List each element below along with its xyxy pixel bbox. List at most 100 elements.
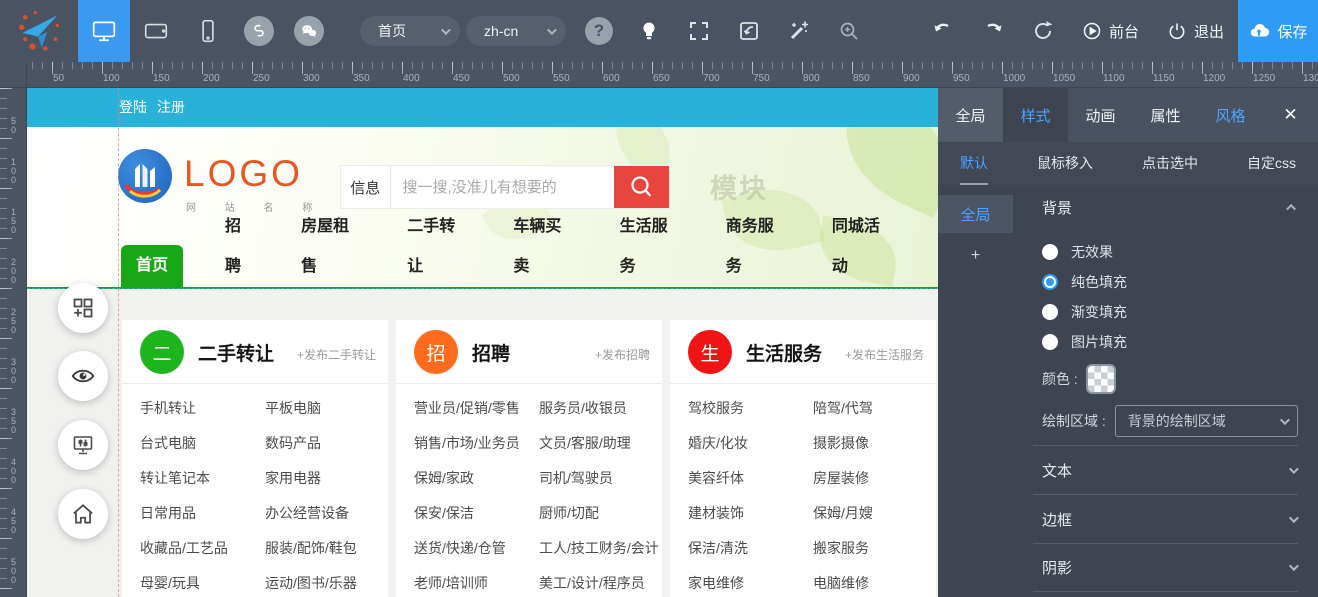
category-link[interactable]: 送货/快递/仓管 (414, 538, 539, 558)
fullscreen-button[interactable] (674, 0, 724, 62)
category-link[interactable]: 运动/图书/乐器 (265, 573, 370, 593)
category-link[interactable]: 服装/配饰/鞋包 (265, 538, 370, 558)
help-button[interactable]: ? (574, 0, 624, 62)
section-边框[interactable]: 边框 (1033, 494, 1298, 543)
nav-item-1[interactable]: 首页 (121, 245, 183, 287)
fill-option-1[interactable]: 无效果 (1042, 237, 1298, 267)
publish-link[interactable]: +发布二手转让 (297, 346, 376, 363)
nav-item-3[interactable]: 房屋租售 (301, 207, 361, 287)
category-link[interactable]: 搬家服务 (813, 538, 918, 558)
category-link[interactable]: 老师/培训师 (414, 573, 539, 593)
search-input[interactable] (391, 166, 614, 208)
login-link[interactable]: 登陆 (119, 99, 147, 115)
panel-close-button[interactable]: ✕ (1263, 88, 1318, 142)
category-link[interactable]: 母婴/玩具 (140, 573, 265, 593)
state-tab-1[interactable]: 默认 (960, 142, 988, 185)
register-link[interactable]: 注册 (157, 99, 185, 115)
category-link[interactable]: 保安/保洁 (414, 503, 539, 523)
search-button[interactable] (614, 166, 669, 208)
nav-item-8[interactable]: 同城活动 (832, 207, 892, 287)
background-section-header[interactable]: 背景 (1042, 193, 1296, 221)
language-select[interactable]: zh-cn (466, 16, 566, 46)
search-category-select[interactable]: 信息 (341, 166, 391, 208)
magic-wand-button[interactable] (774, 0, 824, 62)
category-link[interactable]: 手机转让 (140, 398, 265, 418)
fill-option-4[interactable]: 图片填充 (1042, 327, 1298, 357)
category-link[interactable]: 日常用品 (140, 503, 265, 523)
panel-tab-动画[interactable]: 动画 (1068, 88, 1133, 142)
nav-item-7[interactable]: 商务服务 (726, 207, 786, 287)
radio-icon (1042, 334, 1058, 350)
category-link[interactable]: 营业员/促销/零售 (414, 398, 539, 418)
category-link[interactable]: 建材装饰 (688, 503, 813, 523)
category-link[interactable]: 房屋装修 (813, 468, 918, 488)
add-layer-button[interactable]: + (938, 243, 1013, 269)
device-desktop-button[interactable] (78, 0, 130, 62)
category-link[interactable]: 保洁/清洗 (688, 538, 813, 558)
category-link[interactable]: 收藏品/工艺品 (140, 538, 265, 558)
draw-area-select[interactable]: 背景的绘制区域 (1115, 405, 1298, 437)
category-link[interactable]: 驾校服务 (688, 398, 813, 418)
category-link[interactable]: 婚庆/化妆 (688, 433, 813, 453)
home-button[interactable] (58, 489, 108, 539)
undo-button[interactable] (918, 0, 968, 62)
nav-item-4[interactable]: 二手转让 (407, 207, 467, 287)
nav-item-6[interactable]: 生活服务 (620, 207, 680, 287)
category-link[interactable]: 工人/技工财务/会计 (539, 538, 659, 558)
category-link[interactable]: 转让笔记本 (140, 468, 265, 488)
layer-item-global[interactable]: 全局 (938, 195, 1013, 233)
category-link[interactable]: 保姆/家政 (414, 468, 539, 488)
color-swatch[interactable] (1086, 364, 1116, 394)
page-select[interactable]: 首页 (360, 16, 460, 46)
display-settings-button[interactable] (58, 420, 108, 470)
category-link[interactable]: 家用电器 (265, 468, 370, 488)
category-link[interactable]: 数码产品 (265, 433, 370, 453)
exit-button[interactable]: 退出 (1153, 0, 1238, 62)
nav-item-2[interactable]: 招聘 (225, 207, 255, 287)
category-link[interactable]: 司机/驾驶员 (539, 468, 644, 488)
category-link[interactable]: 家电维修 (688, 573, 813, 593)
panel-tab-属性[interactable]: 属性 (1133, 88, 1198, 142)
state-tab-3[interactable]: 点击选中 (1142, 142, 1198, 185)
fill-option-2[interactable]: 纯色填充 (1042, 267, 1298, 297)
panel-tab-全局[interactable]: 全局 (938, 88, 1003, 142)
zoom-tool-button[interactable] (824, 0, 874, 62)
state-tab-2[interactable]: 鼠标移入 (1037, 142, 1093, 185)
tips-button[interactable] (624, 0, 674, 62)
publish-link[interactable]: +发布招聘 (595, 346, 650, 363)
import-button[interactable] (724, 0, 774, 62)
section-阴影[interactable]: 阴影 (1033, 543, 1298, 592)
panel-tab-样式[interactable]: 样式 (1003, 88, 1068, 142)
add-module-button[interactable] (58, 283, 108, 333)
category-link[interactable]: 保姆/月嫂 (813, 503, 918, 523)
state-tab-4[interactable]: 自定css (1247, 142, 1296, 185)
category-link[interactable]: 办公经营设备 (265, 503, 370, 523)
device-tablet-button[interactable] (130, 0, 182, 62)
category-link[interactable]: 美工/设计/程序员 (539, 573, 645, 593)
refresh-button[interactable] (1018, 0, 1068, 62)
app-logo[interactable] (0, 0, 78, 62)
category-link[interactable]: 美容纤体 (688, 468, 813, 488)
wechat-button[interactable] (294, 16, 324, 46)
section-文本[interactable]: 文本 (1033, 445, 1298, 494)
category-link[interactable]: 电脑维修 (813, 573, 918, 593)
category-link[interactable]: 文员/客服/助理 (539, 433, 644, 453)
category-link[interactable]: 厨师/切配 (539, 503, 644, 523)
preview-button[interactable] (58, 351, 108, 401)
publish-link[interactable]: +发布生活服务 (845, 346, 924, 363)
category-link[interactable]: 陪驾/代驾 (813, 398, 918, 418)
fill-option-3[interactable]: 渐变填充 (1042, 297, 1298, 327)
category-link[interactable]: 台式电脑 (140, 433, 265, 453)
category-link[interactable]: 平板电脑 (265, 398, 370, 418)
category-link[interactable]: 销售/市场/业务员 (414, 433, 539, 453)
nav-item-5[interactable]: 车辆买卖 (513, 207, 573, 287)
save-button[interactable]: 保存 (1238, 0, 1318, 62)
panel-tab-风格[interactable]: 风格 (1198, 88, 1263, 142)
category-link[interactable]: 服务员/收银员 (539, 398, 644, 418)
device-phone-button[interactable] (182, 0, 234, 62)
preview-frontend-button[interactable]: 前台 (1068, 0, 1153, 62)
redo-button[interactable] (968, 0, 1018, 62)
miniprogram-button[interactable] (244, 16, 274, 46)
site-logo[interactable]: LOGO 网 站 名 称 (118, 147, 318, 227)
category-link[interactable]: 摄影摄像 (813, 433, 918, 453)
